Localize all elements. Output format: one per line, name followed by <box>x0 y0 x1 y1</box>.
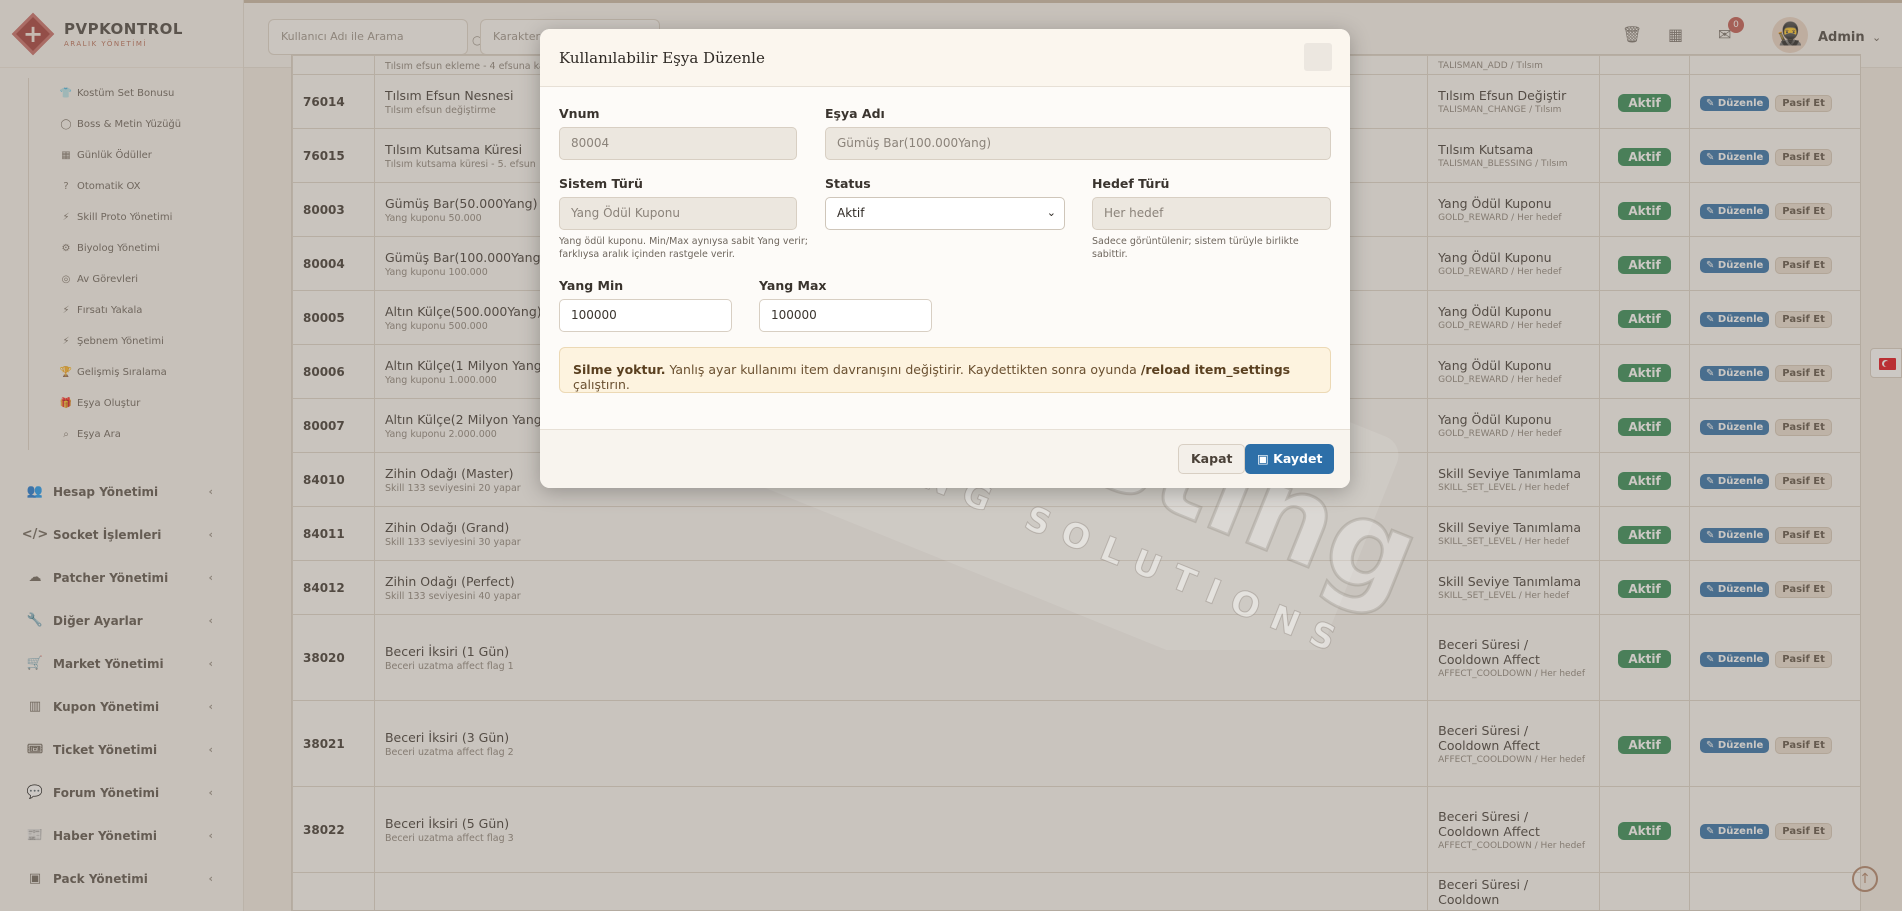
modal-header: Kullanılabilir Eşya Düzenle <box>540 29 1350 87</box>
target-type-label: Hedef Türü <box>1092 176 1170 191</box>
alert-bold: Silme yoktur. <box>573 362 666 377</box>
save-icon: ▣ <box>1257 451 1274 466</box>
alert-command: /reload item_settings <box>1140 362 1291 377</box>
yang-min-input[interactable]: 100000 <box>559 299 732 332</box>
vnum-label: Vnum <box>559 106 600 121</box>
yang-max-label: Yang Max <box>759 278 827 293</box>
yang-min-label: Yang Min <box>559 278 624 293</box>
system-type-label: Sistem Türü <box>559 176 643 191</box>
status-select[interactable]: Aktif ⌄ <box>825 197 1065 230</box>
alert-text: Yanlış ayar kullanımı item davranışını d… <box>665 362 1141 377</box>
modal-footer: Kapat ▣ Kaydet <box>540 429 1350 488</box>
system-type-hint: Yang ödül kuponu. Min/Max aynıysa sabit … <box>559 236 808 260</box>
modal-title: Kullanılabilir Eşya Düzenle <box>559 49 765 67</box>
edit-item-modal: Kullanılabilir Eşya Düzenle Vnum 80004 E… <box>540 29 1350 488</box>
target-type-input[interactable]: Her hedef <box>1092 197 1331 230</box>
status-select-value: Aktif <box>837 206 865 220</box>
target-type-hint: Sadece görüntülenir; sistem türüyle birl… <box>1092 236 1299 260</box>
vnum-input[interactable]: 80004 <box>559 127 797 160</box>
save-label: Kaydet <box>1273 451 1323 466</box>
item-name-input[interactable]: Gümüş Bar(100.000Yang) <box>825 127 1331 160</box>
save-button[interactable]: ▣ Kaydet <box>1245 444 1335 474</box>
item-name-label: Eşya Adı <box>825 106 885 121</box>
alert-end: çalıştırın. <box>573 377 630 392</box>
system-type-input[interactable]: Yang Ödül Kuponu <box>559 197 797 230</box>
yang-max-input[interactable]: 100000 <box>759 299 932 332</box>
status-label: Status <box>825 176 871 191</box>
modal-close-button[interactable] <box>1304 43 1332 71</box>
warning-alert: Silme yoktur. Yanlış ayar kullanımı item… <box>559 347 1331 393</box>
chevron-down-icon: ⌄ <box>1046 206 1056 219</box>
close-button[interactable]: Kapat <box>1178 444 1246 474</box>
